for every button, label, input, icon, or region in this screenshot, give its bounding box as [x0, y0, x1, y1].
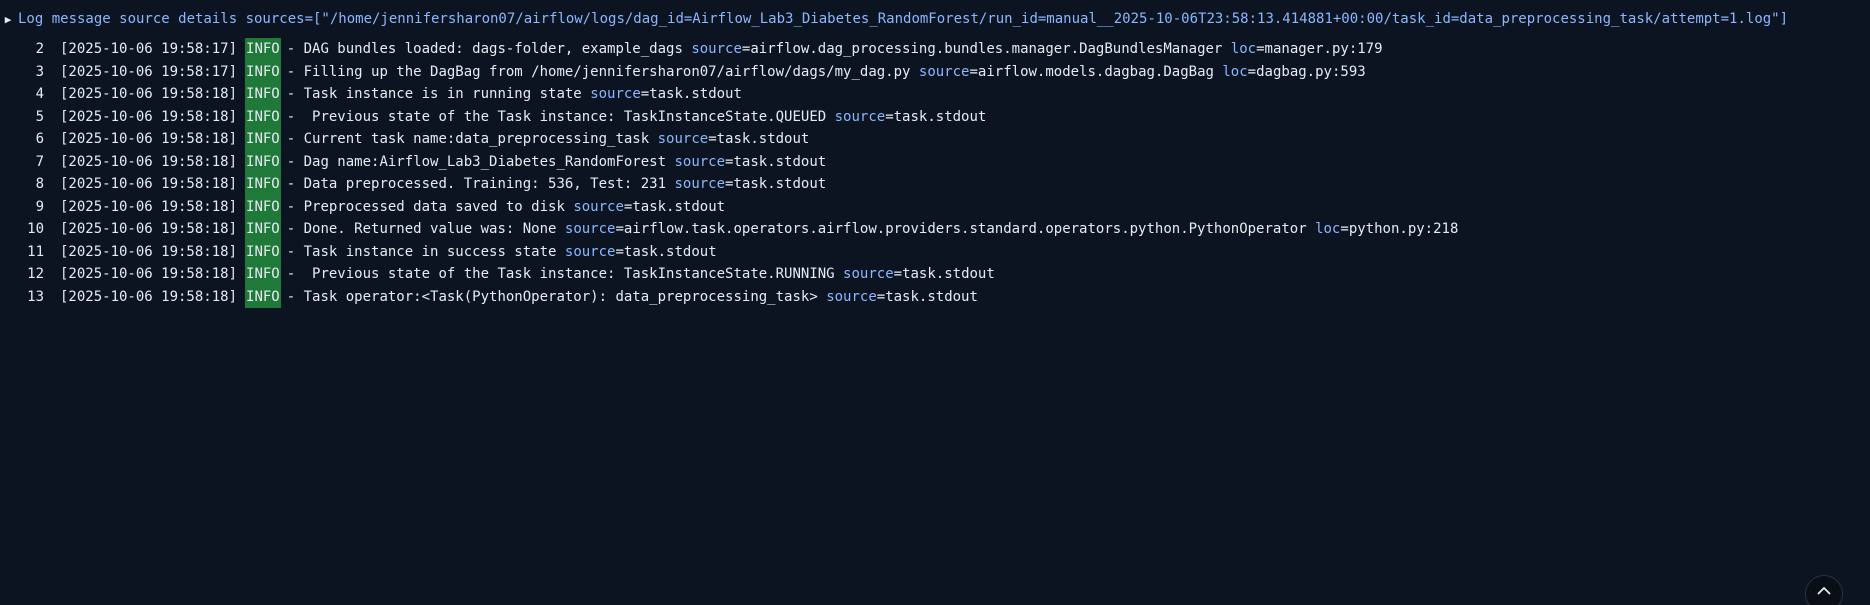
chevron-up-icon	[1817, 586, 1831, 595]
log-line: 10 [2025-10-06 19:58:18] INFO - Done. Retur…	[0, 218, 1458, 241]
source-value: airflow.dag_processing.bundles.manager.D…	[750, 41, 1223, 57]
source-value: task.stdout	[733, 176, 827, 192]
log-level-badge: INFO	[245, 60, 281, 83]
log-line: 13 [2025-10-06 19:58:18] INFO - Task operat…	[0, 285, 1458, 308]
line-number: 11	[27, 243, 44, 260]
log-message: - Current task name:data_preprocessing_t…	[286, 131, 650, 147]
log-source-details-label: Log message source details sources=["/ho…	[18, 11, 1789, 27]
loc-value: manager.py:179	[1264, 41, 1383, 57]
line-number: 5	[35, 108, 44, 125]
log-line: 6 [2025-10-06 19:58:18] INFO - Current task…	[0, 128, 1458, 151]
loc-key: loc	[1315, 221, 1341, 237]
log-level-badge: INFO	[245, 240, 281, 263]
source-key: source	[573, 198, 624, 215]
line-number: 3	[35, 63, 44, 80]
line-number: 8	[35, 176, 44, 192]
source-key: source	[590, 86, 641, 102]
source-value: task.stdout	[632, 198, 726, 215]
log-line: 4 [2025-10-06 19:58:18] INFO - Task instanc…	[0, 83, 1458, 106]
source-value: airflow.models.dagbag.DagBag	[977, 63, 1214, 80]
log-timestamp: [2025-10-06 19:58:18]	[60, 198, 238, 215]
log-message: - Filling up the DagBag from /home/jenni…	[286, 63, 911, 80]
log-timestamp: [2025-10-06 19:58:18]	[60, 108, 238, 125]
source-key: source	[674, 176, 726, 192]
log-message: - Data preprocessed. Training: 536, Test…	[286, 176, 667, 192]
log-line: 3 [2025-10-06 19:58:17] INFO - Filling up t…	[0, 60, 1458, 83]
log-timestamp: [2025-10-06 19:58:18]	[60, 288, 238, 305]
log-panel: ▶ Log message source details sources=["/…	[0, 0, 1870, 605]
loc-key: loc	[1222, 63, 1248, 80]
log-message: - Dag name:Airflow_Lab3_Diabetes_RandomF…	[286, 153, 667, 170]
loc-value: python.py:218	[1348, 221, 1459, 237]
log-timestamp: [2025-10-06 19:58:17]	[60, 63, 238, 80]
log-timestamp: [2025-10-06 19:58:18]	[60, 243, 238, 260]
log-timestamp: [2025-10-06 19:58:18]	[60, 153, 238, 170]
source-value: task.stdout	[902, 266, 995, 282]
source-key: source	[564, 221, 616, 237]
log-line: 7 [2025-10-06 19:58:18] INFO - Dag name:Air…	[0, 150, 1458, 173]
log-message: - Task instance in success state	[286, 243, 557, 260]
log-level-badge: INFO	[245, 195, 281, 218]
source-key: source	[918, 63, 970, 80]
line-number: 12	[27, 266, 44, 282]
log-message: - Previous state of the Task instance: T…	[286, 108, 827, 125]
log-level-badge: INFO	[245, 263, 281, 286]
log-level-badge: INFO	[245, 150, 281, 173]
log-lines: 2 [2025-10-06 19:58:17] INFO - DAG bundles …	[0, 38, 1458, 308]
source-value: task.stdout	[716, 131, 810, 147]
log-level-badge: INFO	[245, 285, 281, 308]
source-value: task.stdout	[623, 243, 717, 260]
line-number: 10	[27, 221, 44, 237]
loc-key: loc	[1230, 41, 1257, 57]
log-line: 9 [2025-10-06 19:58:18] INFO - Preprocessed…	[0, 195, 1458, 218]
source-value: task.stdout	[733, 153, 827, 170]
log-line: 2 [2025-10-06 19:58:17] INFO - DAG bundles …	[0, 38, 1458, 61]
source-key: source	[674, 153, 726, 170]
log-timestamp: [2025-10-06 19:58:18]	[60, 131, 238, 147]
log-timestamp: [2025-10-06 19:58:17]	[60, 41, 238, 57]
log-level-badge: INFO	[245, 105, 281, 128]
log-timestamp: [2025-10-06 19:58:18]	[60, 266, 238, 282]
loc-value: dagbag.py:593	[1256, 63, 1366, 80]
log-level-badge: INFO	[245, 173, 281, 196]
line-number: 4	[35, 86, 44, 102]
line-number: 9	[35, 198, 44, 215]
log-timestamp: [2025-10-06 19:58:18]	[60, 86, 238, 102]
source-key: source	[826, 288, 877, 305]
log-message: - Task operator:<Task(PythonOperator): d…	[286, 288, 818, 305]
log-message: - Task instance is in running state	[286, 86, 582, 102]
source-key: source	[657, 131, 709, 147]
source-value: task.stdout	[649, 86, 742, 102]
expand-triangle-icon: ▶	[4, 12, 12, 26]
log-level-badge: INFO	[245, 38, 281, 61]
source-key: source	[564, 243, 616, 260]
log-level-badge: INFO	[245, 128, 281, 151]
log-line: 12 [2025-10-06 19:58:18] INFO - Previous st…	[0, 263, 1458, 286]
log-line: 5 [2025-10-06 19:58:18] INFO - Previous sta…	[0, 105, 1458, 128]
source-value: task.stdout	[893, 108, 987, 125]
line-number: 7	[35, 153, 44, 170]
source-value: task.stdout	[885, 288, 978, 305]
log-level-badge: INFO	[245, 218, 281, 241]
log-message: - DAG bundles loaded: dags-folder, examp…	[286, 41, 683, 57]
log-message: - Preprocessed data saved to disk	[286, 198, 565, 215]
source-value: airflow.task.operators.airflow.providers…	[623, 221, 1307, 237]
log-timestamp: [2025-10-06 19:58:18]	[60, 176, 238, 192]
source-key: source	[691, 41, 742, 57]
log-source-details-toggle[interactable]: ▶ Log message source details sources=["/…	[2, 9, 1788, 29]
line-number: 13	[27, 288, 44, 305]
source-key: source	[843, 266, 894, 282]
log-level-badge: INFO	[245, 83, 281, 106]
log-timestamp: [2025-10-06 19:58:18]	[60, 221, 238, 237]
log-message: - Previous state of the Task instance: T…	[286, 266, 835, 282]
line-number: 6	[35, 131, 44, 147]
source-key: source	[834, 108, 886, 125]
line-number: 2	[35, 41, 44, 57]
log-line: 11 [2025-10-06 19:58:18] INFO - Task instan…	[0, 240, 1458, 263]
log-line: 8 [2025-10-06 19:58:18] INFO - Data preproc…	[0, 173, 1458, 196]
log-message: - Done. Returned value was: None	[286, 221, 557, 237]
scroll-to-top-button[interactable]	[1805, 575, 1843, 605]
